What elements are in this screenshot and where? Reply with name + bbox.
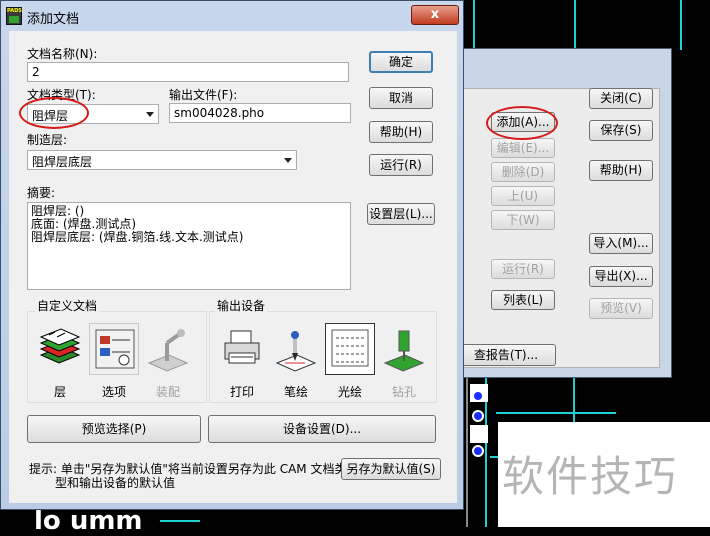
cam-right-button[interactable]: 保存(S)	[589, 120, 653, 141]
cam-left-button[interactable]: 删除(D)	[491, 162, 555, 182]
add-document-dialog: PADS 添加文档 x 文档名称(N): 2 文档类型(T): 阻焊层 输出文件…	[0, 0, 464, 510]
cam-left-button[interactable]: 上(U)	[491, 186, 555, 206]
printer-button[interactable]	[217, 323, 267, 375]
summary-label: 摘要:	[27, 186, 56, 200]
fab-layer-value: 阻焊层底层	[32, 155, 93, 169]
assembly-caption: 装配	[155, 385, 180, 399]
cancel-button[interactable]: 取消	[369, 87, 433, 109]
options-button[interactable]	[89, 323, 139, 375]
cam-left-button[interactable]: 下(W)	[491, 210, 555, 230]
pcb-trace	[680, 0, 682, 50]
pcb-via	[472, 445, 484, 457]
run-button[interactable]: 运行(R)	[369, 154, 433, 176]
pcb-trace	[573, 376, 575, 426]
annotation-circle-doctype	[19, 97, 89, 129]
pcb-trace	[160, 520, 200, 522]
pads-logo-text: PADS	[7, 8, 22, 14]
drill-icon	[383, 330, 425, 372]
cam-left-button[interactable]: 运行(R)	[491, 259, 555, 279]
printer-icon	[224, 330, 260, 364]
dialog-client: 文档名称(N): 2 文档类型(T): 阻焊层 输出文件(F): sm00402…	[9, 31, 457, 503]
layers-caption: 层	[53, 385, 66, 399]
watermark-text: 软件技巧	[502, 452, 679, 501]
pen-plotter-icon	[275, 331, 317, 372]
photoplot-icon	[331, 329, 369, 367]
set-layers-button[interactable]: 设置层(L)...	[367, 203, 435, 225]
custom-docs-label: 自定义文档	[35, 297, 100, 314]
layers-button[interactable]	[35, 323, 85, 375]
summary-box[interactable]: 阻焊层: () 底面: (焊盘.测试点) 阻焊层底层: (焊盘.铜箔.线.文本.…	[27, 202, 351, 290]
pen-plotter-caption: 笔绘	[283, 385, 308, 399]
chevron-down-icon	[146, 112, 154, 117]
photoplot-caption: 光绘	[337, 385, 362, 399]
report-button[interactable]: 查报告(T)...	[456, 344, 556, 366]
cam-right-button[interactable]: 帮助(H)	[589, 160, 653, 181]
fab-layer-select[interactable]: 阻焊层底层	[27, 150, 297, 170]
cam-left-button[interactable]: 列表(L)	[491, 290, 555, 310]
drill-caption: 钻孔	[391, 385, 416, 399]
pcb-pad	[470, 425, 488, 443]
chevron-down-icon	[284, 158, 292, 163]
pcb-dimension-text: lo umm	[34, 506, 143, 536]
help-button[interactable]: 帮助(H)	[369, 121, 433, 143]
pcb-trace	[466, 378, 468, 527]
output-file-label: 输出文件(F):	[169, 88, 238, 102]
close-icon: x	[430, 7, 440, 22]
title-bar[interactable]: PADS 添加文档 x	[1, 1, 465, 31]
dialog-title: 添加文档	[27, 12, 80, 27]
annotation-circle-add	[486, 106, 558, 140]
photoplot-button[interactable]	[325, 323, 375, 375]
cam-left-button[interactable]: 编辑(E)...	[491, 138, 555, 158]
output-devices-label: 输出设备	[215, 297, 268, 314]
hint-text-line2: 型和输出设备的默认值	[55, 476, 176, 490]
assembly-button[interactable]	[143, 323, 193, 375]
close-button[interactable]: x	[411, 5, 459, 25]
layers-icon	[39, 328, 81, 364]
options-icon	[95, 329, 135, 369]
pcb-via	[472, 410, 484, 422]
cam-right-button[interactable]: 导出(X)...	[589, 266, 653, 287]
save-default-button[interactable]: 另存为默认值(S)	[341, 458, 441, 480]
cam-right-button[interactable]: 导入(M)...	[589, 233, 653, 254]
summary-line: 阻焊层底层: (焊盘.铜箔.线.文本.测试点)	[31, 230, 244, 244]
pcb-trace	[496, 412, 616, 414]
doc-name-label: 文档名称(N):	[27, 47, 98, 61]
printer-caption: 打印	[229, 385, 254, 399]
options-caption: 选项	[101, 385, 126, 399]
cam-right-button[interactable]: 关闭(C)	[589, 88, 653, 109]
drill-button[interactable]	[379, 323, 429, 375]
device-setup-button[interactable]: 设备设置(D)...	[208, 415, 436, 443]
ok-button[interactable]: 确定	[369, 51, 433, 73]
assembly-icon	[147, 329, 189, 372]
doc-name-input[interactable]: 2	[27, 62, 349, 82]
pcb-via	[472, 390, 484, 402]
cam-right-button[interactable]: 预览(V)	[589, 298, 653, 319]
pen-plotter-button[interactable]	[271, 323, 321, 375]
pads-logo-icon: PADS	[6, 7, 22, 25]
output-file-input[interactable]: sm004028.pho	[169, 103, 351, 123]
fab-layer-label: 制造层:	[27, 133, 68, 147]
preview-selection-button[interactable]: 预览选择(P)	[27, 415, 201, 443]
